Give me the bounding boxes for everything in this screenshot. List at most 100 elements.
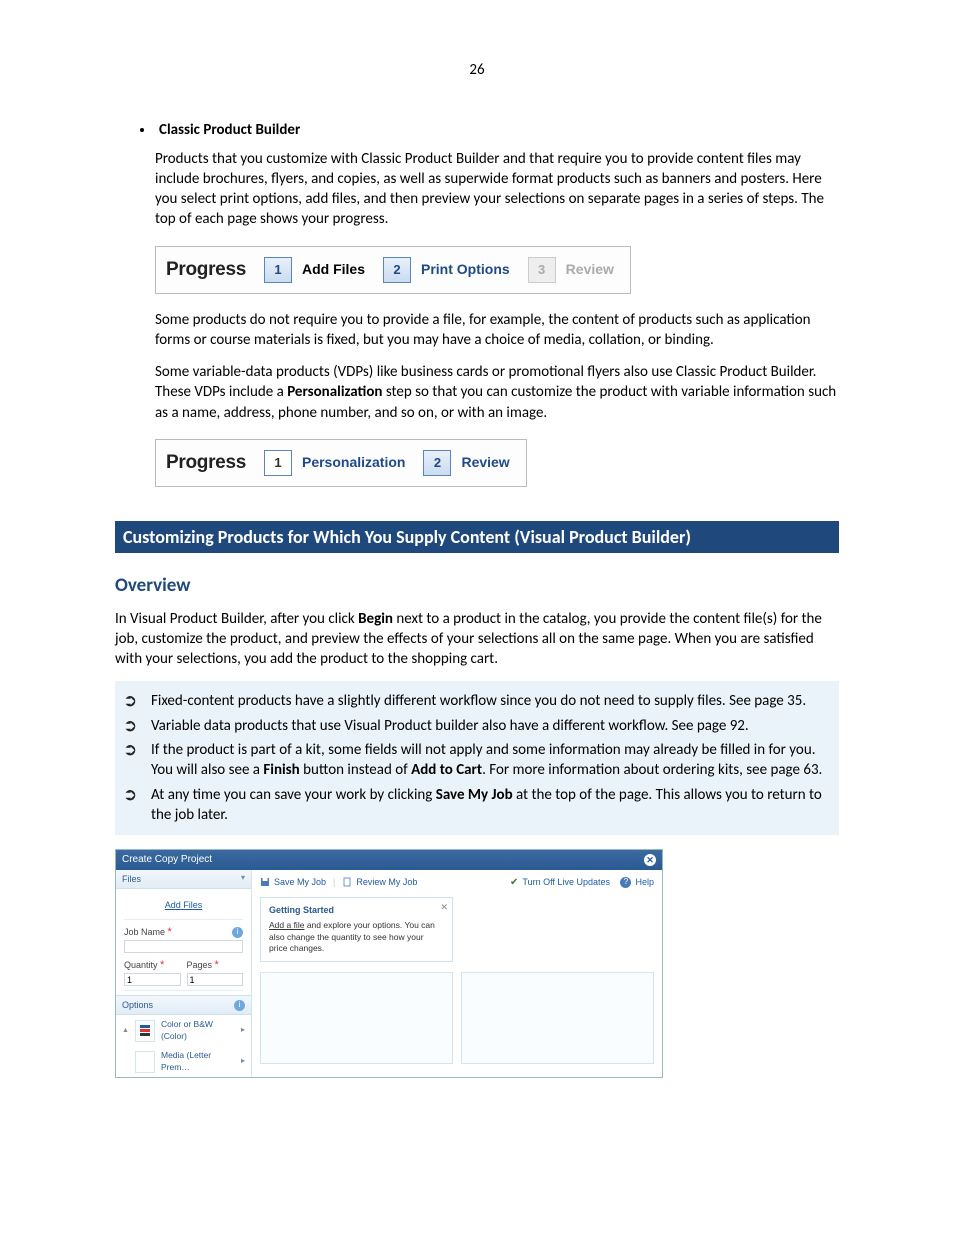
document-icon: [342, 877, 352, 887]
job-name-label: Job Name: [124, 927, 165, 937]
info-icon[interactable]: i: [234, 1000, 245, 1011]
app-title: Create Copy Project: [122, 853, 212, 867]
step-number: 3: [528, 257, 556, 283]
progress-step-1: 1 Personalization: [264, 450, 405, 476]
step-number: 2: [383, 257, 411, 283]
app-screenshot: Create Copy Project ✕ Files ▾ Add Files …: [115, 849, 663, 1078]
option-media[interactable]: Media (Letter Prem… ▸: [116, 1046, 251, 1077]
note-text: Fixed-content products have a slightly d…: [151, 691, 831, 711]
step-number: 1: [264, 450, 292, 476]
chevron-down-icon: ▾: [241, 873, 245, 884]
chevron-right-icon: ▸: [241, 1025, 245, 1036]
files-label: Files: [122, 873, 141, 885]
text: At any time you can save your work by cl…: [151, 786, 436, 804]
required-icon: *: [160, 959, 164, 971]
progress-step-2: 2 Print Options: [383, 257, 510, 283]
text-bold: Begin: [358, 610, 393, 628]
page-number: 26: [115, 60, 839, 80]
text: . For more information about ordering ki…: [482, 761, 822, 779]
add-files-link[interactable]: Add Files: [165, 900, 203, 910]
app-titlebar: Create Copy Project ✕: [116, 850, 662, 870]
arrow-right-icon: ➲: [123, 740, 151, 760]
option-label: Media (Letter Prem…: [161, 1050, 235, 1073]
section-heading: Customizing Products for Which You Suppl…: [115, 521, 839, 553]
preview-row: [260, 972, 654, 1064]
main-area: Save My Job | Review My Job ✔ Turn Off L…: [252, 870, 662, 1078]
paragraph: Some products do not require you to prov…: [155, 310, 839, 351]
help-link[interactable]: Help: [635, 876, 654, 888]
chevron-right-icon: ▸: [241, 1056, 245, 1067]
option-color[interactable]: ▲ Color or B&W (Color) ▸: [116, 1015, 251, 1046]
preview-pane-right: [461, 972, 654, 1064]
chevron-up-icon: ▲: [122, 1026, 129, 1035]
progress-step-2: 2 Review: [423, 450, 509, 476]
arrow-right-icon: ➲: [123, 716, 151, 736]
progress-figure-1: Progress 1 Add Files 2 Print Options 3 R…: [155, 246, 631, 294]
note-text: At any time you can save your work by cl…: [151, 785, 831, 826]
step-text: Review: [461, 453, 509, 472]
note-text: Variable data products that use Visual P…: [151, 716, 831, 736]
getting-started-tip: ✕ Getting Started Add a file and explore…: [260, 897, 453, 962]
job-name-input[interactable]: [124, 940, 243, 953]
text-bold: Finish: [263, 761, 299, 779]
save-my-job-link[interactable]: Save My Job: [274, 876, 326, 888]
note-item: ➲ Fixed-content products have a slightly…: [123, 691, 831, 711]
options-panel-header[interactable]: Options i: [116, 995, 251, 1015]
text-bold: Save My Job: [436, 786, 513, 804]
separator: [124, 919, 243, 920]
note-item: ➲ If the product is part of a kit, some …: [123, 740, 831, 781]
paragraph: Products that you customize with Classic…: [155, 149, 839, 230]
progress-label: Progress: [166, 450, 246, 476]
text: In Visual Product Builder, after you cli…: [115, 610, 358, 628]
text-bold: Personalization: [287, 383, 382, 401]
separator: |: [333, 876, 335, 888]
progress-step-1: 1 Add Files: [264, 257, 365, 283]
note-box: ➲ Fixed-content products have a slightly…: [115, 681, 839, 835]
pages-input[interactable]: [187, 973, 244, 986]
info-icon[interactable]: i: [232, 927, 243, 938]
bullet-item: Classic Product Builder: [155, 120, 839, 140]
paragraph: In Visual Product Builder, after you cli…: [115, 609, 839, 670]
save-icon: [260, 877, 270, 887]
files-panel-header[interactable]: Files ▾: [116, 870, 251, 889]
options-label: Options: [122, 999, 153, 1011]
review-my-job-link[interactable]: Review My Job: [356, 876, 417, 888]
required-icon: *: [168, 926, 172, 938]
tip-link[interactable]: Add a file: [269, 920, 304, 930]
close-icon[interactable]: ✕: [440, 901, 448, 913]
step-text: Add Files: [302, 260, 365, 279]
quantity-label: Quantity: [124, 960, 158, 970]
media-icon: [135, 1051, 155, 1073]
step-text: Personalization: [302, 453, 405, 472]
separator: [124, 990, 243, 991]
step-text: Review: [566, 260, 614, 279]
progress-figure-2: Progress 1 Personalization 2 Review: [155, 439, 527, 487]
help-icon: ?: [620, 877, 631, 888]
sidebar: Files ▾ Add Files Job Name * i Qu: [116, 870, 252, 1078]
text: button instead of: [300, 761, 411, 779]
qty-pages-row: Quantity * Pages *: [116, 955, 251, 988]
quantity-input[interactable]: [124, 973, 181, 986]
progress-label: Progress: [166, 257, 246, 283]
required-icon: *: [215, 959, 219, 971]
tip-title: Getting Started: [269, 904, 444, 916]
toolbar: Save My Job | Review My Job ✔ Turn Off L…: [260, 876, 654, 890]
overview-heading: Overview: [115, 573, 839, 599]
step-number: 2: [423, 450, 451, 476]
note-item: ➲ At any time you can save your work by …: [123, 785, 831, 826]
live-updates-link[interactable]: Turn Off Live Updates: [522, 876, 610, 888]
arrow-right-icon: ➲: [123, 691, 151, 711]
close-icon[interactable]: ✕: [644, 854, 656, 866]
tip-body: Add a file and explore your options. You…: [269, 920, 444, 954]
arrow-right-icon: ➲: [123, 785, 151, 805]
check-icon: ✔: [510, 876, 518, 890]
step-number: 1: [264, 257, 292, 283]
preview-pane-left: [260, 972, 453, 1064]
progress-step-3: 3 Review: [528, 257, 614, 283]
note-item: ➲ Variable data products that use Visual…: [123, 716, 831, 736]
pages-label: Pages: [187, 960, 213, 970]
option-label: Color or B&W (Color): [161, 1019, 235, 1042]
bullet-title: Classic Product Builder: [159, 121, 300, 139]
bullet-list: Classic Product Builder: [115, 120, 839, 140]
color-swatch-icon: [135, 1020, 155, 1042]
